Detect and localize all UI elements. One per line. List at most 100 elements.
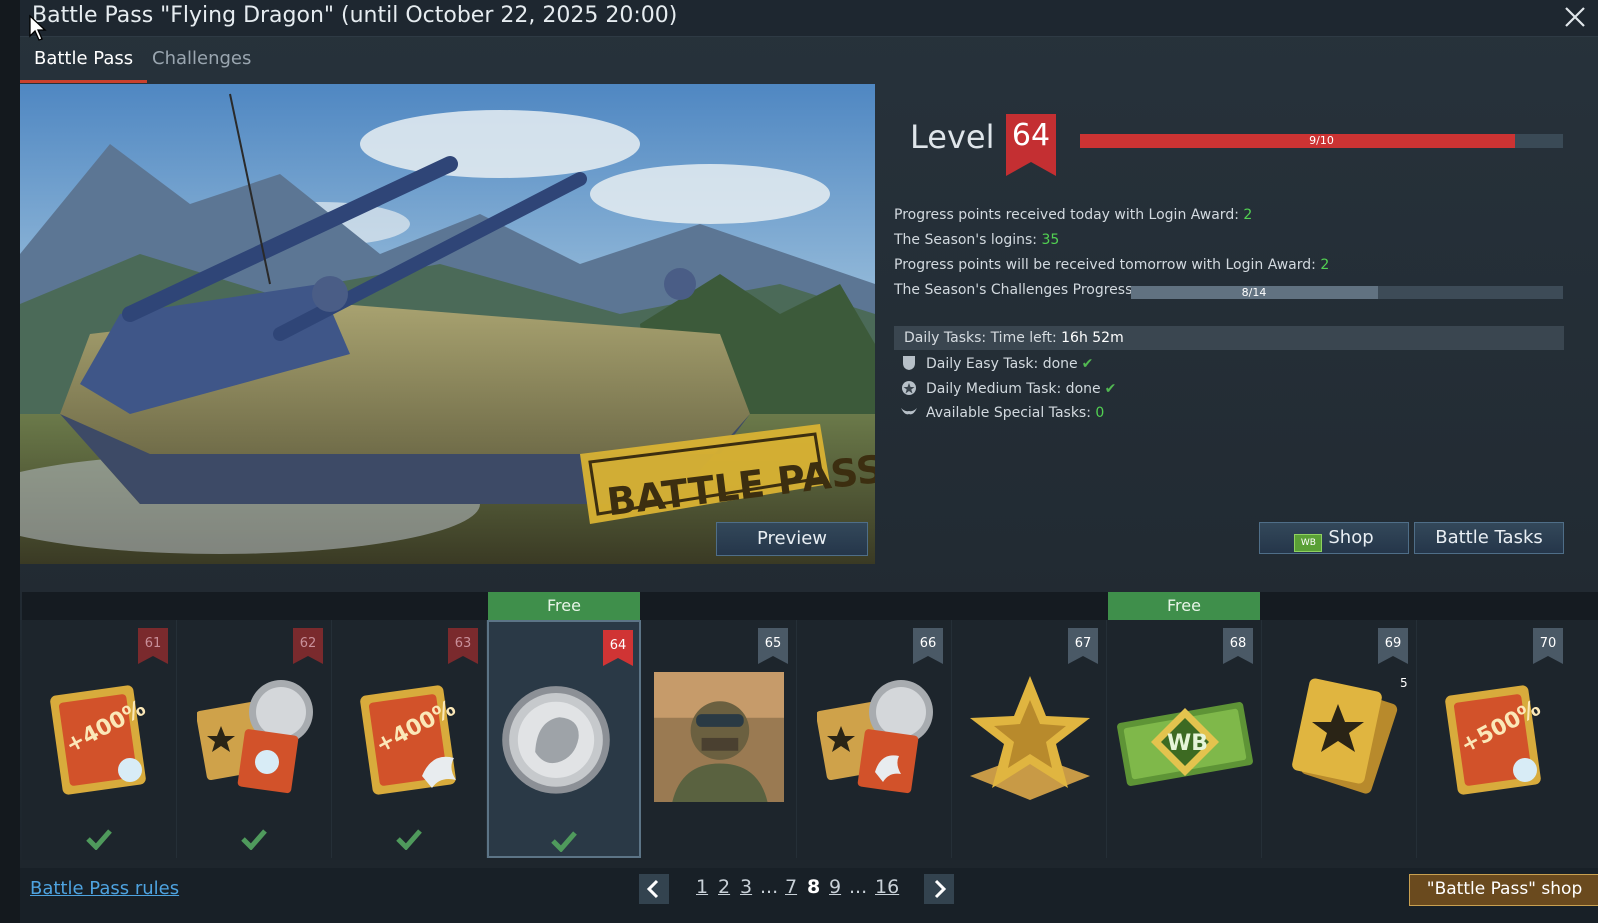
- reward-strip: 61 +400% 62 63 +400% 64 65 66 67 68 WB 6…: [22, 620, 1598, 860]
- level-flag: 65: [758, 628, 788, 664]
- level-flag: 64: [603, 630, 633, 666]
- close-icon: [1565, 7, 1585, 27]
- free-label: Free: [488, 592, 640, 620]
- special-task-wings-icon: [901, 408, 917, 415]
- tomorrow-points-label: Progress points will be received tomorro…: [894, 257, 1316, 273]
- check-icon: ✔: [1104, 381, 1117, 397]
- battle-tasks-button[interactable]: Battle Tasks: [1414, 522, 1564, 554]
- check-icon: ✔: [1081, 356, 1094, 372]
- reward-cell-70[interactable]: 70 +500%: [1417, 620, 1571, 858]
- season-logins-value: 35: [1041, 232, 1060, 248]
- level-number: 62: [299, 636, 317, 651]
- tomorrow-points-line: Progress points will be received tomorro…: [894, 257, 1329, 273]
- shop-button[interactable]: WB Shop: [1259, 522, 1409, 554]
- tank-artwork: BATTLE PASS: [20, 84, 875, 564]
- easy-task-text: Daily Easy Task: done: [926, 356, 1078, 372]
- time-left-label: Time left:: [990, 330, 1057, 346]
- battle-pass-shop-button[interactable]: "Battle Pass" shop: [1409, 874, 1598, 906]
- battle-pass-window: Battle Pass "Flying Dragon" (until Octob…: [20, 0, 1598, 923]
- reward-cell-65[interactable]: 65: [642, 620, 797, 858]
- preview-button[interactable]: Preview: [716, 522, 868, 556]
- level-flag: 62: [293, 628, 323, 664]
- shop-button-label: Shop: [1328, 527, 1374, 548]
- close-button[interactable]: [1562, 4, 1588, 30]
- chevron-right-icon: [934, 879, 947, 899]
- reward-cell-61[interactable]: 61 +400%: [22, 620, 177, 858]
- chevron-left-icon: [646, 879, 659, 899]
- star-cards-icon: [1292, 678, 1398, 794]
- check-icon: [396, 829, 422, 850]
- level-flag: 69: [1378, 628, 1408, 664]
- special-tasks-label: Available Special Tasks:: [926, 405, 1091, 421]
- page-ellipsis: ...: [849, 876, 868, 898]
- level-number: 67: [1074, 636, 1092, 651]
- reward-strip-header: [22, 592, 1598, 620]
- level-flag: 63: [448, 628, 478, 664]
- reward-cell-63[interactable]: 63 +400%: [332, 620, 487, 858]
- hero-image: BATTLE PASS Preview: [20, 84, 875, 564]
- tab-battle-pass[interactable]: Battle Pass: [20, 42, 148, 83]
- level-flag: 66: [913, 628, 943, 664]
- challenges-progress-label: The Season's Challenges Progress:: [894, 282, 1138, 298]
- reward-cell-66[interactable]: 66: [797, 620, 952, 858]
- booster-400-icon: +400%: [50, 685, 150, 795]
- reward-cell-62[interactable]: 62: [177, 620, 332, 858]
- level-number: 65: [764, 636, 782, 651]
- battle-pass-rules-link[interactable]: Battle Pass rules: [30, 878, 179, 899]
- page-7[interactable]: 7: [785, 876, 797, 898]
- warbonds-icon: WB: [1117, 702, 1253, 786]
- today-points-line: Progress points received today with Logi…: [894, 207, 1252, 223]
- gold-star-icon: [970, 676, 1090, 800]
- level-flag: 70: [1533, 628, 1563, 664]
- silver-lion-coin-icon: [502, 686, 610, 794]
- tab-challenges[interactable]: Challenges: [138, 42, 265, 80]
- level-number: 66: [919, 636, 937, 651]
- daily-easy-task: Daily Easy Task: done ✔: [900, 355, 1093, 372]
- check-icon: [551, 831, 577, 852]
- reward-cell-69[interactable]: 69 5: [1262, 620, 1417, 858]
- card-pack-icon: [197, 680, 313, 794]
- page-ellipsis: ...: [760, 876, 779, 898]
- warbonds-text: WB: [1167, 731, 1208, 756]
- season-logins-label: The Season's logins:: [894, 232, 1038, 248]
- level-number: 68: [1229, 636, 1247, 651]
- soldier-portrait-icon: [654, 672, 784, 802]
- reward-cell-64[interactable]: 64: [487, 620, 641, 858]
- level-flag: 61: [138, 628, 168, 664]
- level-flag: 68: [1223, 628, 1253, 664]
- daily-medium-task: Daily Medium Task: done ✔: [900, 380, 1116, 397]
- level-number: 63: [454, 636, 472, 651]
- level-number: 70: [1539, 636, 1557, 651]
- page-16[interactable]: 16: [875, 876, 899, 898]
- medium-task-star-icon: [902, 381, 916, 395]
- special-tasks: Available Special Tasks: 0: [900, 404, 1104, 421]
- card-pack-lion-icon: [817, 680, 933, 794]
- medium-task-text: Daily Medium Task: done: [926, 381, 1101, 397]
- today-points-value: 2: [1243, 207, 1253, 223]
- page-8-current[interactable]: 8: [807, 876, 820, 898]
- level-progress-bar: 9/10: [1080, 134, 1563, 148]
- page-3[interactable]: 3: [740, 876, 752, 898]
- booster-500-icon: +500%: [1445, 685, 1545, 795]
- footer-bar: Battle Pass rules 1 2 3 ... 7 8 9 ... 16…: [20, 868, 1598, 923]
- warbonds-icon: WB: [1294, 534, 1323, 552]
- window-title: Battle Pass "Flying Dragon" (until Octob…: [32, 3, 678, 28]
- daily-tasks-label: Daily Tasks:: [904, 330, 987, 346]
- check-icon: [86, 829, 112, 850]
- time-left-value: 16h 52m: [1061, 330, 1124, 346]
- page-1[interactable]: 1: [696, 876, 708, 898]
- level-flag: 67: [1068, 628, 1098, 664]
- reward-cell-68[interactable]: 68 WB: [1107, 620, 1262, 858]
- tomorrow-points-value: 2: [1320, 257, 1330, 273]
- page-2[interactable]: 2: [718, 876, 730, 898]
- reward-cell-67[interactable]: 67: [952, 620, 1107, 858]
- page-9[interactable]: 9: [829, 876, 841, 898]
- level-badge: 64: [1004, 114, 1058, 176]
- booster-400-lion-icon: +400%: [360, 685, 460, 795]
- prev-page-button[interactable]: [639, 874, 669, 904]
- next-page-button[interactable]: [924, 874, 954, 904]
- easy-task-shield-icon: [903, 356, 915, 370]
- challenges-progress-bar: 8/14: [1131, 286, 1563, 299]
- level-value: 64: [1011, 118, 1051, 153]
- level-label: Level: [910, 118, 995, 156]
